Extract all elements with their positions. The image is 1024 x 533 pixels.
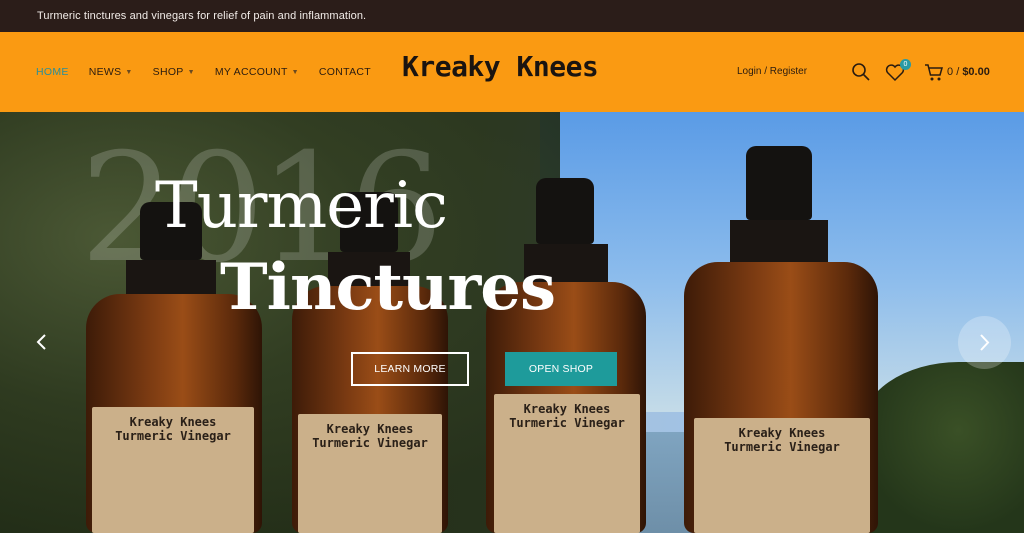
nav-contact-label: CONTACT <box>318 66 371 78</box>
cart-total: $0.00 <box>962 66 990 78</box>
hero-title-line1: Turmeric <box>155 169 448 243</box>
bottle-label-product: Turmeric Vinegar <box>312 436 428 450</box>
main-nav: HOME NEWS ▼ SHOP ▼ MY ACCOUNT ▼ CONTACT <box>36 32 391 112</box>
slider-next-arrow-icon[interactable] <box>958 316 1011 369</box>
nav-home-label: HOME <box>36 66 69 78</box>
nav-home[interactable]: HOME <box>36 66 69 78</box>
wishlist-count-badge: 0 <box>900 59 911 70</box>
bottle-label: Kreaky Knees Turmeric Vinegar <box>298 414 442 533</box>
bottle-label-brand: Kreaky Knees <box>523 402 611 416</box>
product-bottle: Kreaky Knees Turmeric Vinegar <box>684 146 878 533</box>
bottle-label-product: Turmeric Vinegar <box>509 416 625 430</box>
search-icon[interactable] <box>851 62 871 82</box>
bottle-label: Kreaky Knees Turmeric Vinegar <box>494 394 640 533</box>
cart-summary[interactable]: 0 / $0.00 <box>947 66 990 78</box>
top-announcement-bar: Turmeric tinctures and vinegars for reli… <box>0 0 1024 32</box>
nav-news[interactable]: NEWS ▼ <box>89 66 133 78</box>
chevron-down-icon: ▼ <box>125 68 133 76</box>
bottle-label-brand: Kreaky Knees <box>326 422 414 436</box>
bottle-label-product: Turmeric Vinegar <box>724 440 840 454</box>
chevron-down-icon: ▼ <box>187 68 195 76</box>
nav-my-account-label: MY ACCOUNT <box>214 66 288 78</box>
hero-slider: 2016 Kreaky Knees Turmeric Vinegar Kreak… <box>0 112 1024 533</box>
bottle-label-brand: Kreaky Knees <box>129 415 217 429</box>
bottle-label: Kreaky Knees Turmeric Vinegar <box>694 418 870 533</box>
login-register-link[interactable]: Login / Register <box>737 66 807 77</box>
learn-more-button[interactable]: LEARN MORE <box>351 352 469 386</box>
bottle-label-brand: Kreaky Knees <box>738 426 826 440</box>
cart-count: 0 <box>947 66 954 78</box>
announcement-text: Turmeric tinctures and vinegars for reli… <box>37 10 367 22</box>
trees-background-right <box>860 362 1024 533</box>
slider-prev-arrow-icon[interactable] <box>30 330 54 354</box>
nav-contact[interactable]: CONTACT <box>319 66 371 78</box>
chevron-down-icon: ▼ <box>291 68 299 76</box>
nav-news-label: NEWS <box>88 66 122 78</box>
nav-shop[interactable]: SHOP ▼ <box>153 66 195 78</box>
site-header: HOME NEWS ▼ SHOP ▼ MY ACCOUNT ▼ CONTACT Kre… <box>0 32 1024 112</box>
cart-separator: / <box>956 66 960 78</box>
nav-my-account[interactable]: MY ACCOUNT ▼ <box>215 66 299 78</box>
nav-shop-label: SHOP <box>152 66 184 78</box>
open-shop-button[interactable]: OPEN SHOP <box>505 352 617 386</box>
site-logo[interactable]: Kreaky Knees <box>402 50 599 83</box>
bottle-label-product: Turmeric Vinegar <box>115 429 231 443</box>
hero-title-line2: Tinctures <box>220 250 556 325</box>
bottle-label: Kreaky Knees Turmeric Vinegar <box>92 407 254 533</box>
cart-icon[interactable] <box>924 61 944 83</box>
